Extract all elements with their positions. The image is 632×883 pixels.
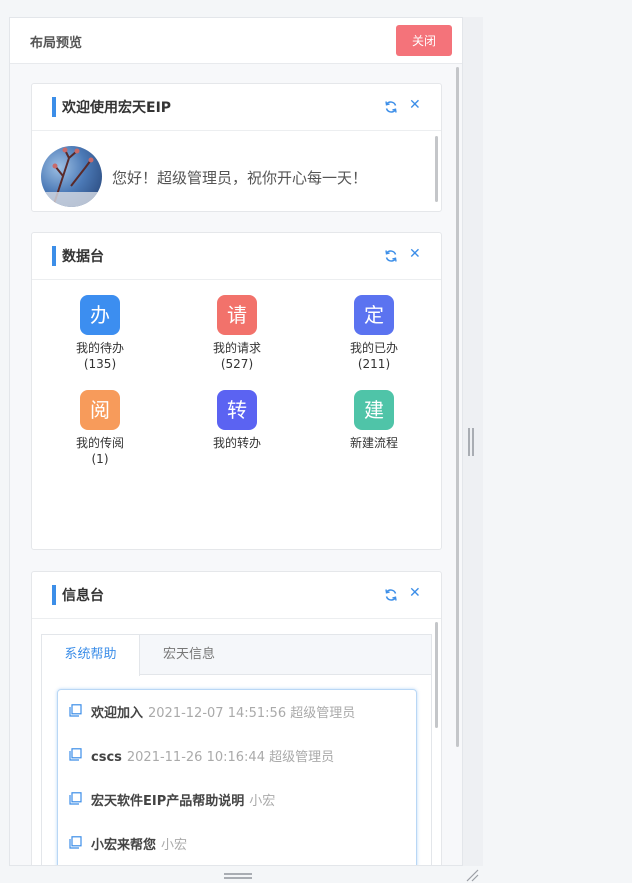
news-meta: 小宏 (161, 838, 188, 853)
quick-item-label: 我的请求 (212, 341, 261, 355)
refresh-icon[interactable] (384, 588, 398, 602)
quick-item-new-process[interactable]: 建 新建流程 (329, 390, 419, 451)
quick-item-count: (527) (220, 357, 254, 371)
news-title: 欢迎加入 (91, 706, 144, 721)
quick-item-count: (135) (83, 357, 117, 371)
quick-item-count: (1) (91, 452, 109, 466)
news-list: 欢迎加入 2021-12-07 14:51:56 超级管理员 cscs 2021-1… (57, 689, 417, 865)
title-accent-bar (52, 97, 56, 117)
quick-item-todo[interactable]: 办 我的待办 (135) (55, 295, 145, 372)
request-icon: 请 (217, 295, 257, 335)
avatar (41, 146, 102, 207)
card-title: 欢迎使用宏天EIP (62, 100, 172, 116)
quick-item-count: (211) (357, 357, 391, 371)
title-accent-bar (52, 585, 56, 605)
close-button[interactable]: 关闭 (396, 25, 452, 56)
document-icon (69, 748, 82, 761)
info-card: 信息台 ✕ 系统帮助 宏天信息 欢迎加入 2021-12-07 14:51:56… (31, 571, 442, 865)
news-title: 小宏来帮您 (91, 838, 157, 853)
tab-hongtian-info[interactable]: 宏天信息 (140, 635, 238, 675)
done-icon: 定 (354, 295, 394, 335)
card-header: 数据台 ✕ (32, 233, 441, 280)
quick-item-done[interactable]: 定 我的已办 (211) (329, 295, 419, 372)
document-icon (69, 792, 82, 805)
tab-system-help[interactable]: 系统帮助 (42, 635, 140, 676)
quick-item-request[interactable]: 请 我的请求 (527) (192, 295, 282, 372)
panel-title: 布局预览 (30, 36, 83, 51)
document-icon (69, 836, 82, 849)
quick-item-label: 我的待办 (75, 341, 124, 355)
quick-item-label: 我的已办 (349, 341, 398, 355)
panel-header: 布局预览 关闭 (10, 18, 462, 64)
preview-scroll-area[interactable]: 欢迎使用宏天EIP ✕ 您好！超级管理员，祝你开心每一天！ 数据台 ✕ 办 我的… (10, 65, 462, 865)
close-icon[interactable]: ✕ (409, 98, 421, 112)
title-accent-bar (52, 246, 56, 266)
card-title: 数据台 (62, 249, 104, 265)
tab-bar: 系统帮助 宏天信息 (42, 635, 431, 676)
horizontal-resize-handle[interactable] (224, 873, 252, 879)
layout-preview-panel: 布局预览 关闭 欢迎使用宏天EIP ✕ 您好！超级管理员，祝你开心每一天！ 数据… (9, 17, 463, 866)
quick-item-label: 新建流程 (349, 436, 398, 450)
welcome-card: 欢迎使用宏天EIP ✕ 您好！超级管理员，祝你开心每一天！ (31, 83, 442, 212)
quick-item-transfer[interactable]: 转 我的转办 (192, 390, 282, 451)
quick-item-label: 我的转办 (212, 436, 261, 450)
news-meta: 2021-11-26 10:16:44 超级管理员 (126, 750, 335, 765)
quick-item-label: 我的传阅 (75, 436, 124, 450)
card-header: 信息台 ✕ (32, 572, 441, 619)
data-card: 数据台 ✕ 办 我的待办 (135) 请 我的请求 (527) 定 我的已办 (… (31, 232, 442, 550)
info-tabs: 系统帮助 宏天信息 欢迎加入 2021-12-07 14:51:56 超级管理员 (41, 634, 432, 865)
document-icon (69, 704, 82, 717)
vertical-resize-handle[interactable] (468, 428, 476, 456)
welcome-scrollbar[interactable] (435, 136, 438, 202)
refresh-icon[interactable] (384, 249, 398, 263)
todo-icon: 办 (80, 295, 120, 335)
news-title: cscs (91, 750, 122, 765)
quick-item-circulate[interactable]: 阅 我的传阅 (1) (55, 390, 145, 467)
news-meta: 2021-12-07 14:51:56 超级管理员 (148, 706, 356, 721)
refresh-icon[interactable] (384, 100, 398, 114)
circulate-icon: 阅 (80, 390, 120, 430)
news-title: 宏天软件EIP产品帮助说明 (91, 794, 245, 809)
close-icon[interactable]: ✕ (409, 586, 421, 600)
panel-scrollbar[interactable] (456, 67, 459, 747)
welcome-greeting: 您好！超级管理员，祝你开心每一天！ (112, 169, 368, 187)
transfer-icon: 转 (217, 390, 257, 430)
card-header: 欢迎使用宏天EIP ✕ (32, 84, 441, 131)
card-title: 信息台 (62, 588, 104, 604)
new-process-icon: 建 (354, 390, 394, 430)
news-meta: 小宏 (249, 794, 276, 809)
close-icon[interactable]: ✕ (409, 247, 421, 261)
corner-resize-grip-icon[interactable] (465, 868, 479, 882)
info-scrollbar[interactable] (435, 622, 438, 728)
